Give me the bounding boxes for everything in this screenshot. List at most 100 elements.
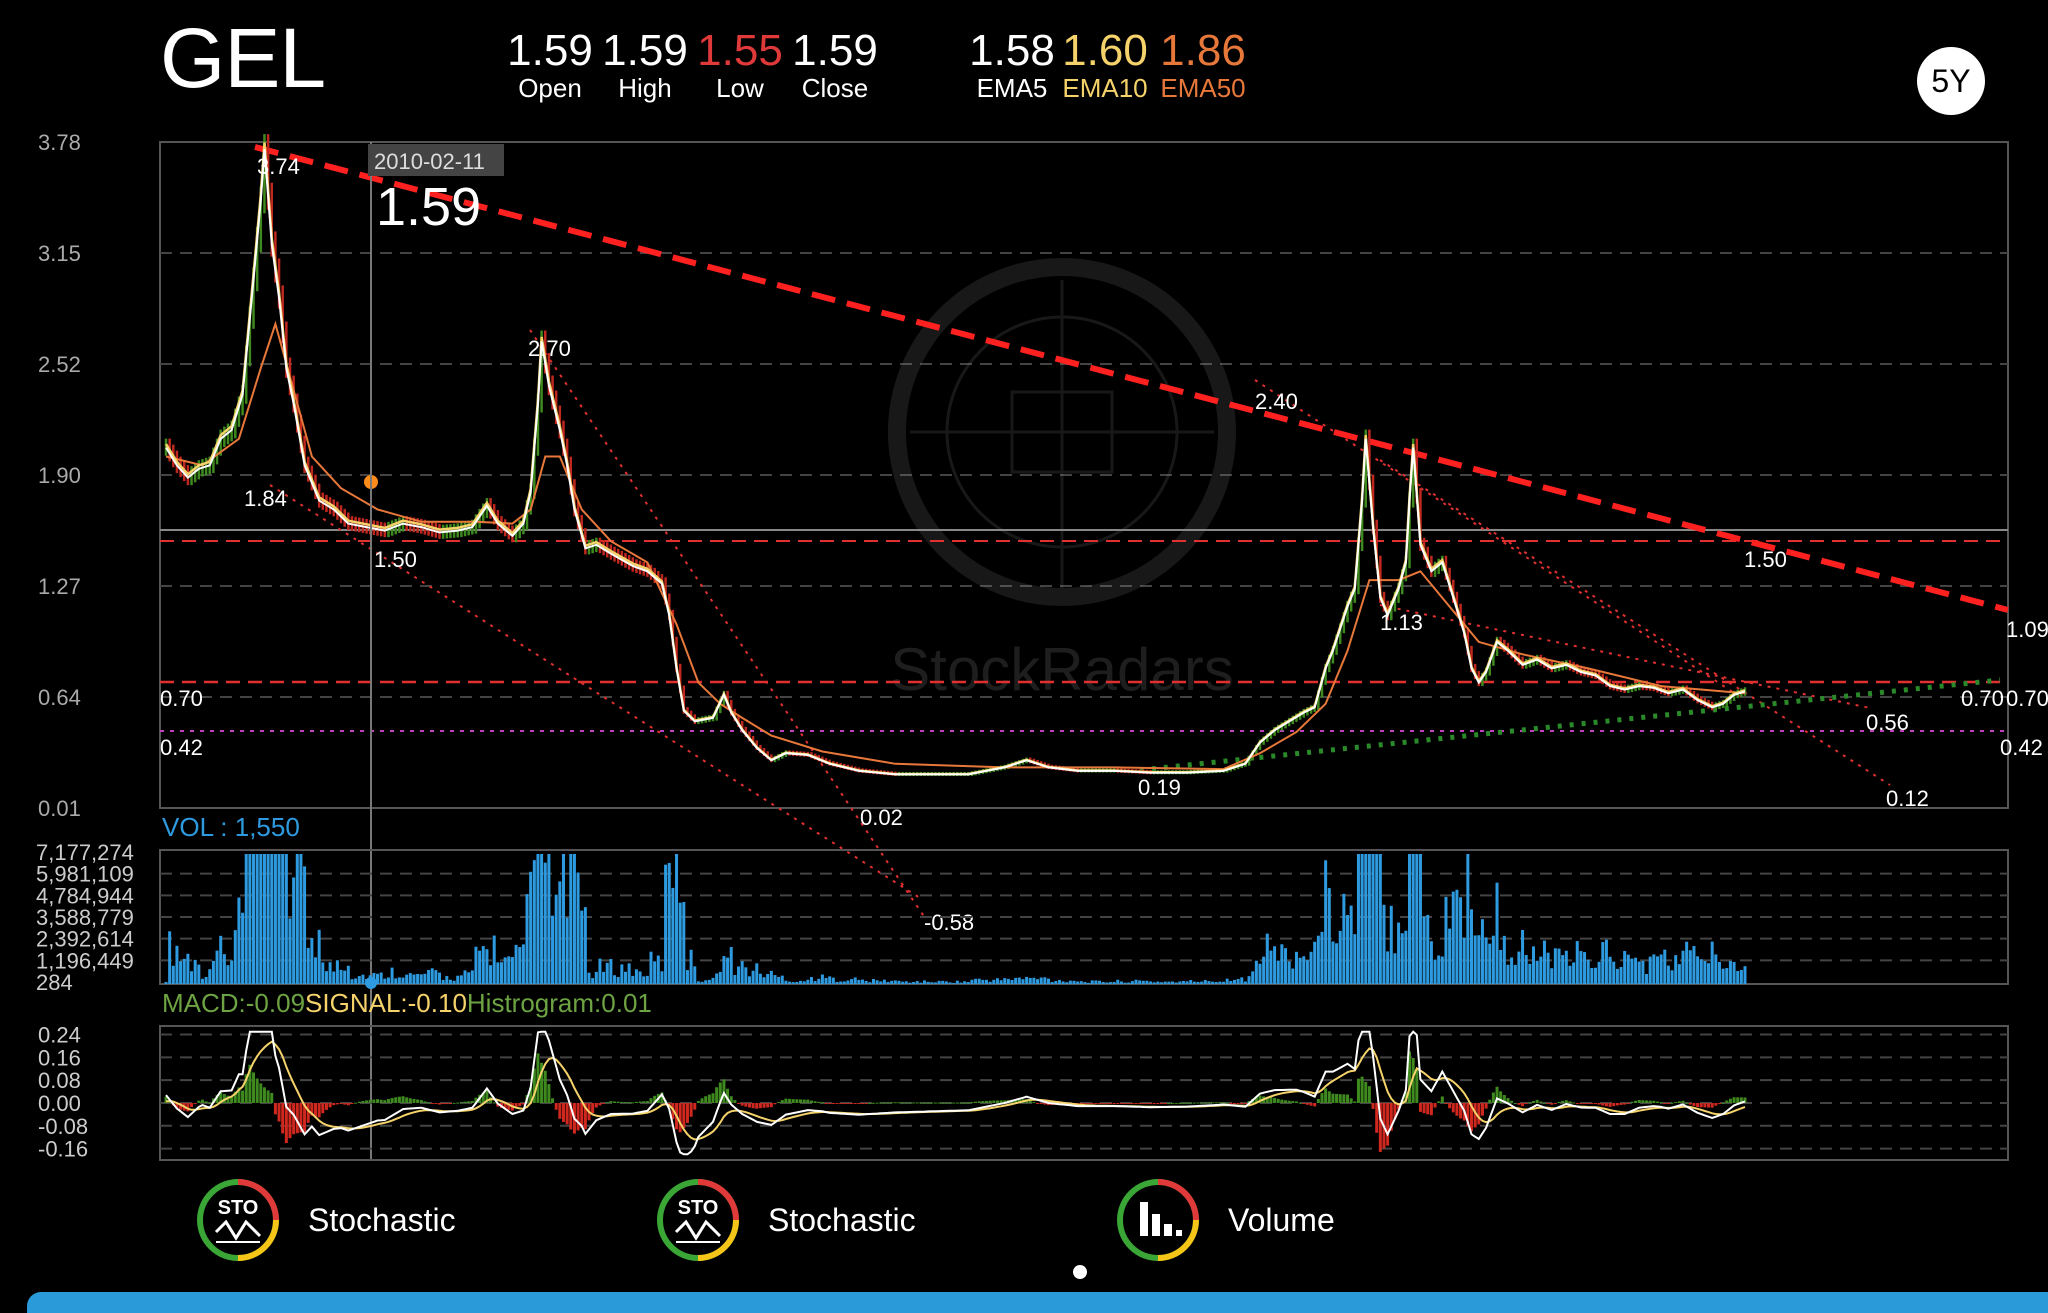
macd-hist-bar: [923, 1102, 927, 1104]
volume-bar: [1025, 976, 1029, 984]
volume-bar: [835, 981, 839, 984]
stock-chart[interactable]: 3.78 3.15 2.52 1.90 1.27 0.64 0.01 StockRadars…: [0, 0, 2048, 1180]
stochastic-label: Stochastic: [768, 1201, 916, 1238]
watermark-logo: [888, 258, 1236, 606]
indicator-stochastic-2[interactable]: STO Stochastic: [656, 1178, 916, 1262]
macd-hist-bar: [769, 1102, 773, 1108]
macd-hist-bar: [623, 1102, 627, 1104]
volume-bar: [1006, 978, 1010, 984]
macd-hist-bar: [1630, 1101, 1634, 1103]
volume-bar: [718, 971, 722, 984]
macd-hist-bar: [1364, 1081, 1368, 1103]
macd-hist-bar: [733, 1100, 737, 1103]
volume-bar: [1495, 882, 1499, 984]
macd-hist-bar: [1721, 1102, 1725, 1104]
macd-hist-bar: [605, 1102, 609, 1104]
macd-histogram: [164, 1051, 1747, 1152]
volume-bar: [200, 978, 204, 984]
volume-bar: [809, 976, 813, 984]
volume-bar: [1203, 980, 1207, 984]
macd-hist-bar: [766, 1102, 770, 1108]
annotation-3-74: 3.74: [257, 154, 300, 179]
macd-hist-bar: [901, 1102, 905, 1104]
volume-bar: [1459, 897, 1463, 984]
macd-hist-bar: [1327, 1091, 1331, 1103]
macd-hist-bar: [1593, 1102, 1597, 1104]
volume-bar: [857, 979, 861, 984]
indicator-volume[interactable]: Volume: [1116, 1178, 1335, 1262]
volume-bar: [233, 930, 237, 984]
page-indicator-dot[interactable]: [1073, 1265, 1087, 1279]
bottom-bar[interactable]: [27, 1292, 2048, 1313]
macd-hist-bar: [788, 1098, 792, 1103]
volume-bar: [419, 974, 423, 984]
volume-bar: [1637, 961, 1641, 984]
volume-bar: [1674, 955, 1678, 984]
macd-hist-bar: [430, 1102, 434, 1104]
volume-bar: [1440, 956, 1444, 984]
indicator-stochastic-1[interactable]: STO Stochastic: [196, 1178, 456, 1262]
macd-hist-bar: [1145, 1102, 1149, 1104]
macd-hist-bar: [824, 1102, 828, 1104]
volume-bar: [481, 946, 485, 984]
volume-bar: [1057, 979, 1061, 984]
crosshair-price: 1.59: [376, 177, 481, 237]
macd-hist-bar: [1528, 1102, 1532, 1104]
volume-bar: [977, 978, 981, 984]
volume-bar: [190, 971, 194, 984]
macd-hist-bar: [1141, 1102, 1145, 1104]
volume-bar: [565, 917, 569, 984]
macd-hist-bar: [944, 1102, 948, 1104]
volume-bar: [492, 935, 496, 984]
volume-bar: [685, 970, 689, 984]
volume-bar: [915, 981, 919, 984]
volume-bar: [1269, 950, 1273, 984]
macd-hist-bar: [1568, 1101, 1572, 1103]
volume-bar: [1243, 981, 1247, 984]
volume-bar: [1061, 981, 1065, 984]
volume-bar: [1327, 888, 1331, 984]
volume-bar: [1185, 981, 1189, 984]
macd-hist-bar: [1105, 1102, 1109, 1104]
volume-bar: [795, 981, 799, 984]
macd-hist-bar: [324, 1102, 328, 1110]
volume-bar: [324, 971, 328, 984]
macd-hist-bar: [1152, 1102, 1156, 1104]
macd-hist-bar: [456, 1102, 460, 1104]
volume-bar: [886, 981, 890, 984]
volume-bar: [1531, 946, 1535, 984]
volume-bar: [1076, 981, 1080, 984]
volume-bar: [675, 854, 679, 984]
volume-bar: [1043, 977, 1047, 984]
volume-bar: [1138, 980, 1142, 984]
annotation-1-13: 1.13: [1380, 610, 1423, 635]
macd-hist-bar: [1645, 1100, 1649, 1103]
macd-hist-bar: [383, 1100, 387, 1103]
macd-hist-bar: [281, 1102, 285, 1134]
volume-bar: [919, 982, 923, 984]
volume-bar: [1422, 916, 1426, 984]
volume-bar: [1189, 980, 1193, 984]
volume-bar: [1196, 981, 1200, 984]
volume-bar: [1455, 889, 1459, 984]
macd-hist-bar: [890, 1102, 894, 1104]
volume-bar: [1670, 970, 1674, 984]
volume-bar: [434, 970, 438, 984]
macd-y-tick: 0.24: [38, 1023, 81, 1048]
volume-bar: [1167, 981, 1171, 984]
volume-bar: [1054, 981, 1058, 984]
volume-bar: [1528, 963, 1532, 984]
volume-bar: [521, 944, 525, 984]
volume-bar: [339, 969, 343, 984]
macd-hist-bar: [737, 1102, 741, 1104]
volume-bar: [1346, 915, 1350, 984]
macd-hist-bar: [518, 1102, 522, 1107]
volume-bar: [561, 854, 565, 984]
volume-bar: [992, 979, 996, 984]
volume-bar: [609, 958, 613, 984]
volume-bar: [846, 980, 850, 984]
volume-bar: [926, 981, 930, 984]
volume-bar: [707, 979, 711, 984]
macd-hist-bar: [1429, 1102, 1433, 1116]
macd-hist-bar: [368, 1099, 372, 1103]
